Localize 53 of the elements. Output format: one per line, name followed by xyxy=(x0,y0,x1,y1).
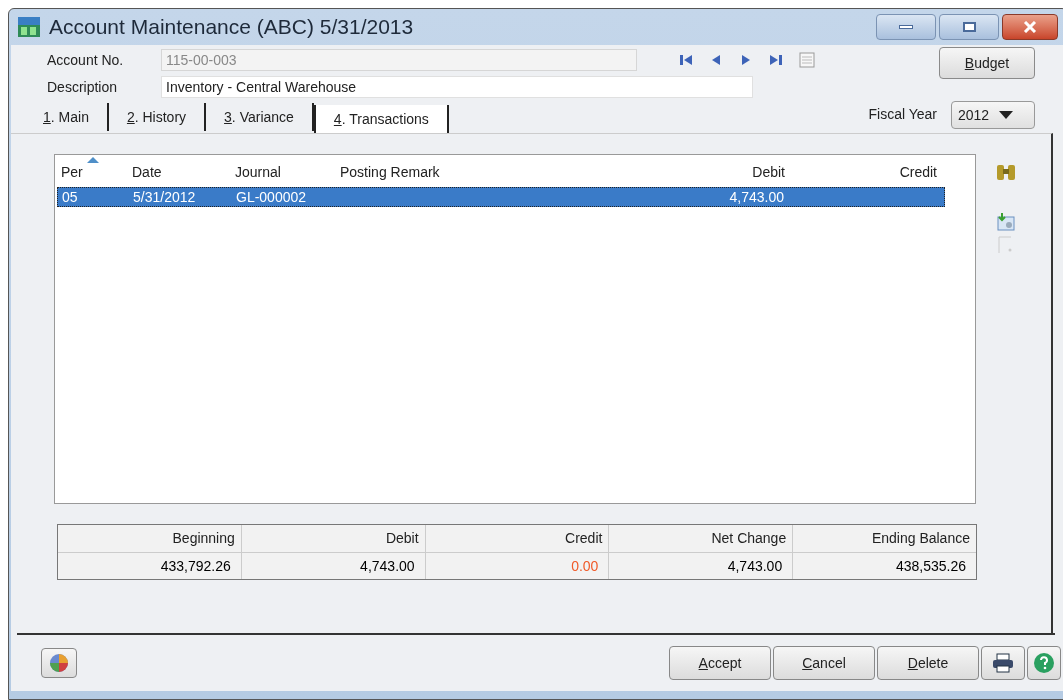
description-field[interactable]: Inventory - Central Warehouse xyxy=(161,76,753,98)
table-cell: 5/31/2012 xyxy=(133,188,196,205)
printer-icon xyxy=(992,653,1014,673)
app-logo-icon xyxy=(17,16,41,38)
first-record-icon[interactable] xyxy=(679,53,693,67)
table-cell: 4,743.00 xyxy=(729,188,784,205)
help-icon xyxy=(1033,652,1055,674)
column-header[interactable]: Credit xyxy=(785,161,945,183)
column-header[interactable]: Per xyxy=(57,161,132,183)
totals-header: Ending Balance xyxy=(871,529,970,548)
table-cell: GL-000002 xyxy=(236,188,307,205)
minimize-button[interactable] xyxy=(876,14,936,40)
sort-indicator-icon xyxy=(87,157,99,163)
column-header[interactable]: Posting Remark xyxy=(340,161,665,183)
totals-header: Beginning xyxy=(172,529,235,548)
close-icon xyxy=(1023,21,1037,33)
totals-value: 433,792.26 xyxy=(160,556,231,576)
totals-value: 4,743.00 xyxy=(360,556,415,576)
print-button[interactable] xyxy=(981,646,1025,680)
totals-value: 438,535.26 xyxy=(895,556,966,576)
tab[interactable]: 1. Main xyxy=(25,103,109,131)
totals-header: Net Change xyxy=(711,529,787,548)
budget-button[interactable]: Budget xyxy=(939,47,1035,79)
totals-header: Credit xyxy=(565,529,603,548)
maximize-icon xyxy=(962,22,976,32)
footer-button[interactable]: Accept xyxy=(669,646,771,680)
tab[interactable]: 4. Transactions xyxy=(313,105,449,133)
window-title: Account Maintenance (ABC) 5/31/2013 xyxy=(49,14,414,41)
account-label: Account No. xyxy=(47,50,125,70)
last-record-icon[interactable] xyxy=(769,53,783,67)
footer-button[interactable]: Cancel xyxy=(773,646,875,680)
description-label: Description xyxy=(47,77,119,97)
column-header[interactable]: Date xyxy=(132,161,235,183)
fiscal-year-dropdown[interactable]: 2012 xyxy=(951,101,1035,129)
binoculars-icon[interactable] xyxy=(996,162,1016,182)
maximize-button[interactable] xyxy=(939,14,999,40)
column-header[interactable]: Journal xyxy=(235,161,340,183)
color-wheel-icon xyxy=(49,653,69,673)
totals-value: 4,743.00 xyxy=(727,556,783,576)
table-cell: 05 xyxy=(62,188,78,205)
totals-header: Debit xyxy=(385,529,419,548)
dropdown-caret-icon xyxy=(999,111,1014,119)
help-button[interactable] xyxy=(1027,646,1061,680)
table-row[interactable]: 05 5/31/2012 GL-000002 4,743.00 xyxy=(57,187,945,207)
column-header[interactable]: Debit xyxy=(665,161,785,183)
image-with-arrow-icon[interactable] xyxy=(996,212,1016,232)
tab[interactable]: 2. History xyxy=(108,103,207,131)
totals-value: 0.00 xyxy=(571,556,599,576)
minimize-icon xyxy=(899,25,913,29)
color-wheel-button[interactable] xyxy=(41,648,77,678)
fiscal-year-label: Fiscal Year xyxy=(868,105,937,124)
close-button[interactable] xyxy=(1002,14,1058,40)
footer-button[interactable]: Delete xyxy=(877,646,979,680)
